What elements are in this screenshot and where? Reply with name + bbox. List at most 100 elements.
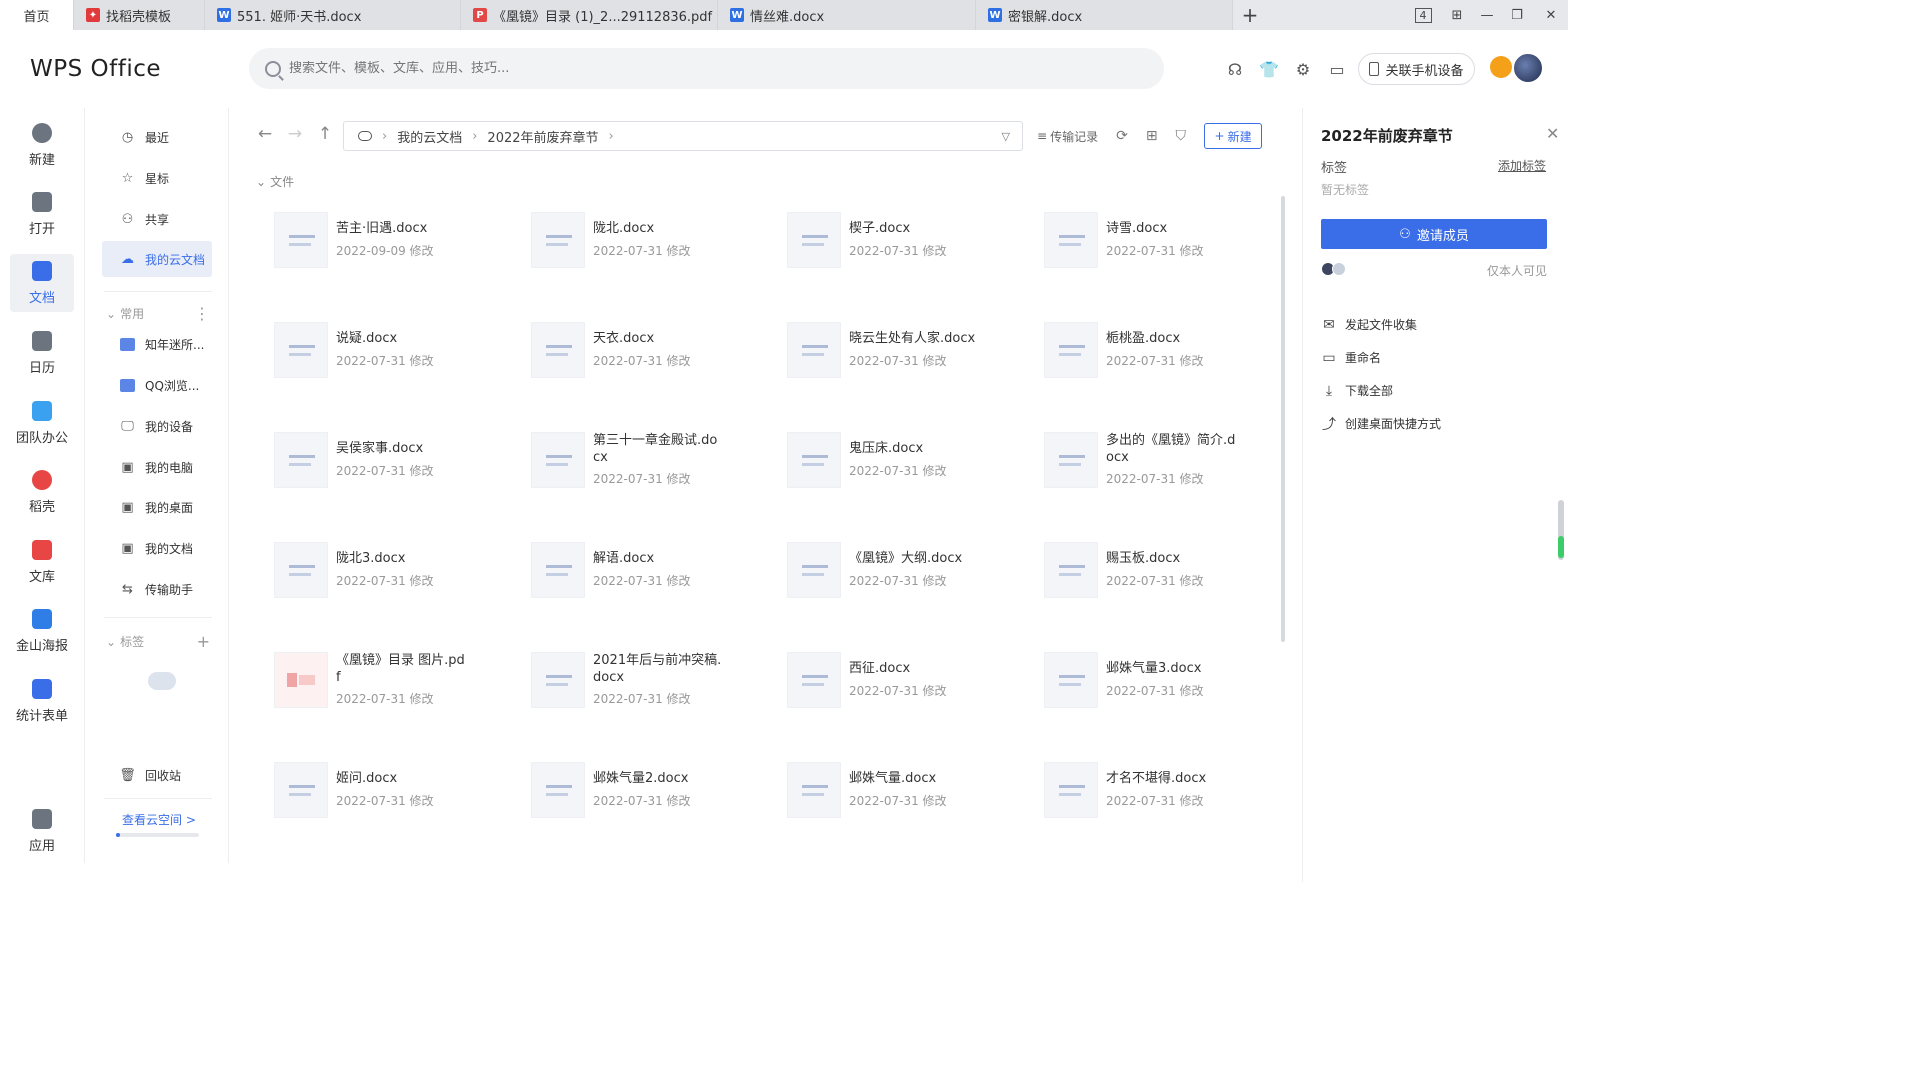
breadcrumb-item[interactable]: 我的云文档 xyxy=(397,127,462,146)
nav-library[interactable]: 文库 xyxy=(10,533,74,591)
file-item[interactable]: 晓云生处有人家.docx 2022-07-31 修改 xyxy=(787,320,1027,380)
back-arrow-icon[interactable]: ← xyxy=(256,124,274,146)
file-item[interactable]: 栀桃盈.docx 2022-07-31 修改 xyxy=(1044,320,1284,380)
tab-grid-icon[interactable]: ⊞ xyxy=(1440,8,1474,23)
gear-icon[interactable]: ⚙ xyxy=(1292,58,1314,80)
file-item[interactable]: 才名不堪得.docx 2022-07-31 修改 xyxy=(1044,760,1284,820)
invite-members-button[interactable]: ⚇ 邀请成员 xyxy=(1321,219,1547,249)
file-item[interactable]: 楔子.docx 2022-07-31 修改 xyxy=(787,210,1027,270)
nav-calendar[interactable]: 日历 xyxy=(10,324,74,382)
file-item[interactable]: 西征.docx 2022-07-31 修改 xyxy=(787,650,1027,710)
doc-file-icon xyxy=(787,212,841,268)
tab-pdf[interactable]: P 《凰镜》目录 (1)_2...29112836.pdf xyxy=(461,0,718,30)
sidebar-item-starred[interactable]: ☆ 星标 xyxy=(102,160,212,196)
avatar[interactable] xyxy=(1512,52,1544,84)
no-tag-text: 暂无标签 xyxy=(1321,183,1370,197)
nav-apps[interactable]: 应用 xyxy=(10,802,74,860)
section-tags[interactable]: ⌄ 标签 + xyxy=(106,632,210,651)
view-cloud-space-link[interactable]: 查看云空间 > xyxy=(122,811,196,828)
file-modified-date: 2022-07-31 修改 xyxy=(336,794,434,808)
file-item[interactable]: 赐玉板.docx 2022-07-31 修改 xyxy=(1044,540,1284,600)
transfer-record-button[interactable]: ≡ 传输记录 xyxy=(1037,128,1098,145)
sidebar-item-recycle[interactable]: 🗑 回收站 xyxy=(102,757,212,793)
new-button[interactable]: + 新建 xyxy=(1204,123,1263,149)
file-item[interactable]: 解语.docx 2022-07-31 修改 xyxy=(531,540,771,600)
grid-view-icon[interactable]: ⊞ xyxy=(1146,128,1158,144)
nav-team[interactable]: 团队办公 xyxy=(10,394,74,452)
file-item[interactable]: 《凰镜》目录 图片.pdf 2022-07-31 修改 xyxy=(274,650,514,710)
skin-icon[interactable]: 👕 xyxy=(1258,58,1280,80)
section-common[interactable]: ⌄ 常用 ⋮ xyxy=(106,304,210,323)
file-item[interactable]: 邺姝气量3.docx 2022-07-31 修改 xyxy=(1044,650,1284,710)
breadcrumb[interactable]: › 我的云文档 › 2022年前废弃章节 › ▽ xyxy=(343,121,1023,151)
file-item[interactable]: 陇北.docx 2022-07-31 修改 xyxy=(531,210,771,270)
add-tag-link[interactable]: 添加标签 xyxy=(1498,157,1546,174)
link-phone-button[interactable]: 关联手机设备 xyxy=(1358,53,1475,85)
chevron-down-icon[interactable]: ▽ xyxy=(1002,130,1010,143)
refresh-icon[interactable]: ⟳ xyxy=(1116,128,1128,144)
file-item[interactable]: 姬问.docx 2022-07-31 修改 xyxy=(274,760,514,820)
sidebar-item-my-computer[interactable]: ▣ 我的电脑 xyxy=(102,449,212,485)
close-icon[interactable]: ✕ xyxy=(1534,8,1568,23)
sidebar-item-cloud-docs[interactable]: ☁ 我的云文档 xyxy=(102,241,212,277)
file-item[interactable]: 第三十一章金殿试.docx 2022-07-31 修改 xyxy=(531,430,771,490)
up-arrow-icon[interactable]: ↑ xyxy=(316,124,334,146)
tab-count-icon[interactable]: 4 xyxy=(1406,7,1440,23)
sidebar-item-recent[interactable]: ◷ 最近 xyxy=(102,119,212,155)
scrollbar[interactable] xyxy=(1281,196,1285,642)
member-avatars[interactable] xyxy=(1321,262,1346,276)
tab-home[interactable]: 首页 xyxy=(0,0,74,30)
sidebar-item-my-desktop[interactable]: ▣ 我的桌面 xyxy=(102,489,212,525)
minimize-icon[interactable]: — xyxy=(1474,8,1500,23)
restore-icon[interactable]: ❐ xyxy=(1500,8,1534,23)
nav-form[interactable]: 统计表单 xyxy=(10,672,74,730)
file-name: 诗雪.docx xyxy=(1106,221,1168,236)
tab-docer[interactable]: ✦ 找稻壳模板 xyxy=(74,0,205,30)
more-icon[interactable]: ⋮ xyxy=(194,304,210,323)
file-item[interactable]: 陇北3.docx 2022-07-31 修改 xyxy=(274,540,514,600)
tab-doc-3[interactable]: W 密银解.docx xyxy=(976,0,1233,30)
close-icon[interactable]: ✕ xyxy=(1546,124,1559,143)
message-icon[interactable]: ▭ xyxy=(1326,58,1348,80)
filter-icon[interactable]: ⛉ xyxy=(1176,128,1187,144)
section-files[interactable]: ⌄ 文件 xyxy=(256,173,294,190)
tab-doc-1[interactable]: W 551. 姬师·天书.docx xyxy=(205,0,461,30)
search-input[interactable] xyxy=(289,61,1089,76)
tab-doc-2[interactable]: W 情丝难.docx xyxy=(718,0,976,30)
rename-action[interactable]: ▭ 重命名 xyxy=(1321,349,1381,366)
search-box[interactable] xyxy=(249,48,1164,89)
add-tag-icon[interactable]: + xyxy=(197,632,210,651)
nav-docer[interactable]: 稻壳 xyxy=(10,463,74,521)
sidebar-item-folder-1[interactable]: 知年迷所... xyxy=(102,326,212,362)
nav-open[interactable]: 打开 xyxy=(10,185,74,243)
create-shortcut-action[interactable]: ⤴ 创建桌面快捷方式 xyxy=(1321,415,1441,433)
headset-icon[interactable]: ☊ xyxy=(1224,58,1246,80)
collect-icon: ✉ xyxy=(1323,316,1335,333)
collect-files-action[interactable]: ✉ 发起文件收集 xyxy=(1321,316,1417,333)
download-all-action[interactable]: ⤓ 下载全部 xyxy=(1321,382,1393,399)
file-item[interactable]: 鬼压床.docx 2022-07-31 修改 xyxy=(787,430,1027,490)
sidebar-item-transfer[interactable]: ⇆ 传输助手 xyxy=(102,571,212,607)
forward-arrow-icon[interactable]: → xyxy=(286,124,304,146)
nav-new[interactable]: 新建 xyxy=(10,116,74,174)
sidebar-item-shared[interactable]: ⚇ 共享 xyxy=(102,201,212,237)
file-item[interactable]: 多出的《凰镜》简介.docx 2022-07-31 修改 xyxy=(1044,430,1284,490)
file-item[interactable]: 诗雪.docx 2022-07-31 修改 xyxy=(1044,210,1284,270)
folder-icon xyxy=(32,191,52,212)
file-item[interactable]: 2021年后与前冲突稿.docx 2022-07-31 修改 xyxy=(531,650,771,710)
nav-poster[interactable]: 金山海报 xyxy=(10,602,74,660)
sidebar-item-folder-2[interactable]: QQ浏览... xyxy=(102,367,212,403)
breadcrumb-item[interactable]: 2022年前废弃章节 xyxy=(487,127,598,146)
file-item[interactable]: 邺姝气量.docx 2022-07-31 修改 xyxy=(787,760,1027,820)
file-item[interactable]: 苦主·旧遇.docx 2022-09-09 修改 xyxy=(274,210,514,270)
sidebar-item-my-devices[interactable]: 🖵 我的设备 xyxy=(102,408,212,444)
file-item[interactable]: 邺姝气量2.docx 2022-07-31 修改 xyxy=(531,760,771,820)
file-item[interactable]: 吴侯家事.docx 2022-07-31 修改 xyxy=(274,430,514,490)
file-item[interactable]: 《凰镜》大纲.docx 2022-07-31 修改 xyxy=(787,540,1027,600)
file-item[interactable]: 说疑.docx 2022-07-31 修改 xyxy=(274,320,514,380)
nav-docs[interactable]: 文档 xyxy=(10,254,74,312)
file-item[interactable]: 天衣.docx 2022-07-31 修改 xyxy=(531,320,771,380)
user-area[interactable] xyxy=(1490,52,1546,86)
new-tab-button[interactable]: + xyxy=(1233,0,1267,30)
sidebar-item-my-documents[interactable]: ▣ 我的文档 xyxy=(102,530,212,566)
